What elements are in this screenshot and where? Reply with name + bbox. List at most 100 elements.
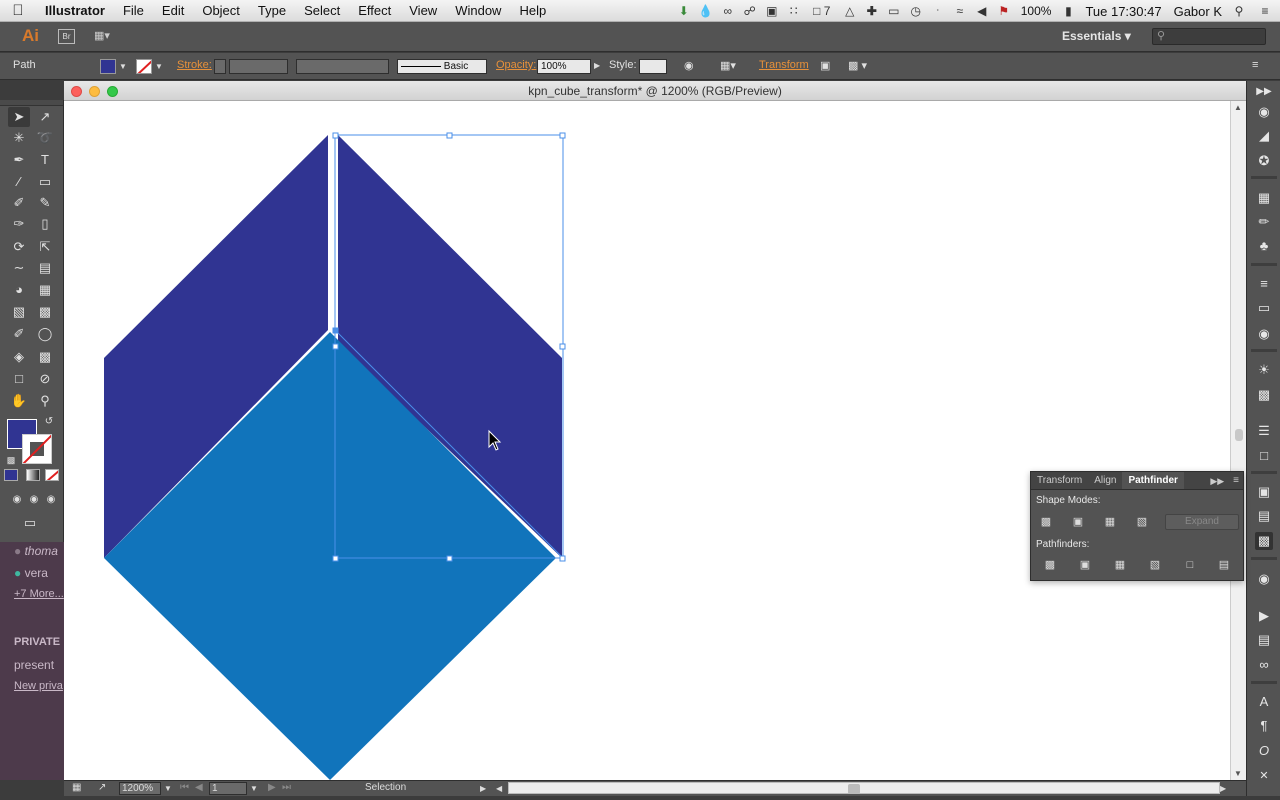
artboard-number-field[interactable]: 1 bbox=[209, 782, 247, 795]
unite-icon[interactable]: ▩ bbox=[1037, 514, 1055, 530]
swatches-panel-icon[interactable]: ▦ bbox=[1255, 189, 1273, 207]
trim-icon[interactable]: ▣ bbox=[1076, 557, 1094, 573]
artboard-tool-icon[interactable]: □ bbox=[8, 369, 30, 389]
paintbrush-tool-icon[interactable]: ✐ bbox=[8, 193, 30, 213]
paragraph-panel-icon[interactable]: ¶ bbox=[1255, 717, 1273, 735]
opacity-arrow-icon[interactable]: ▶ bbox=[594, 61, 600, 70]
zoom-dropdown-icon[interactable]: ▼ bbox=[164, 784, 172, 793]
transparency-panel-icon[interactable]: ◉ bbox=[1255, 325, 1273, 343]
next-artboard-icon[interactable]: ▶ bbox=[268, 782, 276, 793]
stroke-weight-field[interactable] bbox=[229, 59, 288, 74]
status-menu-icon[interactable]: ▶ bbox=[480, 784, 486, 793]
selection-tool-icon[interactable]: ➤ bbox=[8, 107, 30, 127]
last-artboard-icon[interactable]: ⏭ bbox=[282, 782, 291, 793]
prev-artboard-icon[interactable]: ◀ bbox=[195, 782, 203, 793]
blob-brush-tool-icon[interactable]: ✑ bbox=[8, 214, 30, 234]
pencil-tool-icon[interactable]: ✎ bbox=[34, 193, 56, 213]
rectangle-tool-icon[interactable]: ▭ bbox=[34, 172, 56, 192]
horizontal-scrollbar[interactable] bbox=[508, 782, 1220, 794]
graph-tool-icon[interactable]: ▩ bbox=[34, 347, 56, 367]
brush-dropdown[interactable]: Basic bbox=[397, 59, 487, 74]
direct-selection-tool-icon[interactable]: ↗ bbox=[34, 107, 56, 127]
scale-tool-icon[interactable]: ⇱ bbox=[34, 237, 56, 257]
menu-edit[interactable]: Edit bbox=[153, 0, 193, 22]
rotate-tool-icon[interactable]: ⟳ bbox=[8, 237, 30, 257]
panel-collapse-icon[interactable]: ▶▶ bbox=[1205, 472, 1229, 489]
menu-file[interactable]: File bbox=[114, 0, 153, 22]
lasso-tool-icon[interactable]: ➰ bbox=[34, 128, 56, 148]
appearance-panel-icon[interactable]: ☀ bbox=[1255, 361, 1273, 379]
bridge-button[interactable]: Br bbox=[58, 29, 75, 44]
minimize-window-icon[interactable] bbox=[89, 86, 100, 97]
blend-tool-icon[interactable]: ◯ bbox=[34, 324, 56, 344]
isolate-icon[interactable]: ▣ bbox=[820, 59, 830, 72]
bluetooth-icon[interactable]: ᛫ bbox=[927, 4, 949, 18]
menu-type[interactable]: Type bbox=[249, 0, 295, 22]
horizontal-scroll-thumb[interactable] bbox=[848, 784, 860, 794]
recolor-icon[interactable]: ◉ bbox=[684, 59, 694, 72]
stroke-swatch[interactable] bbox=[136, 59, 152, 74]
outline-icon[interactable]: □ bbox=[1181, 557, 1199, 573]
drop-icon[interactable]: 💧 bbox=[695, 4, 717, 18]
spotlight-icon[interactable]: ⚲ bbox=[1228, 4, 1250, 18]
battery-icon[interactable]: ▮ bbox=[1057, 4, 1079, 18]
status-icon[interactable]: ▣ bbox=[761, 4, 783, 18]
merge-icon[interactable]: ▦ bbox=[1111, 557, 1129, 573]
scroll-left-icon[interactable]: ◀ bbox=[496, 784, 502, 793]
exclude-icon[interactable]: ▧ bbox=[1133, 514, 1151, 530]
menu-effect[interactable]: Effect bbox=[349, 0, 400, 22]
plus-icon[interactable]: ✚ bbox=[861, 4, 883, 18]
transform-panel-icon[interactable]: ▣ bbox=[1255, 483, 1273, 501]
eyedropper-tool-icon[interactable]: ✐ bbox=[8, 324, 30, 344]
stroke-panel-icon[interactable]: ≡ bbox=[1255, 275, 1273, 293]
grid-icon[interactable]: ∷ bbox=[783, 4, 805, 18]
kuler-panel-icon[interactable]: ✪ bbox=[1255, 152, 1273, 170]
hand-tool-icon[interactable]: ✋ bbox=[8, 391, 30, 411]
shape-builder-tool-icon[interactable]: ◕ bbox=[8, 280, 30, 300]
tools-panel-grip[interactable] bbox=[0, 100, 63, 106]
draw-inside-icon[interactable]: ◉ bbox=[40, 490, 62, 510]
time-machine-icon[interactable]: ◷ bbox=[905, 4, 927, 18]
gradient-panel-icon[interactable]: ▭ bbox=[1255, 299, 1273, 317]
drive-icon[interactable]: △ bbox=[839, 4, 861, 18]
current-tool-status[interactable]: Selection bbox=[365, 782, 406, 793]
color-guide-panel-icon[interactable]: ◢ bbox=[1255, 127, 1273, 145]
fill-dropdown-icon[interactable]: ▼ bbox=[119, 62, 127, 71]
help-search-input[interactable]: ⚲ bbox=[1152, 28, 1266, 45]
image-trace-panel-icon[interactable]: ▤ bbox=[1255, 631, 1273, 649]
dock-close-icon[interactable]: ✕ bbox=[1255, 767, 1273, 785]
color-panel-icon[interactable]: ◉ bbox=[1255, 103, 1273, 121]
character-panel-icon[interactable]: A bbox=[1255, 693, 1273, 711]
status-icon-doc[interactable]: ▦ bbox=[72, 782, 81, 793]
airplay-icon[interactable]: ▭ bbox=[883, 4, 905, 18]
menu-view[interactable]: View bbox=[400, 0, 446, 22]
symbol-sprayer-tool-icon[interactable]: ◈ bbox=[8, 347, 30, 367]
wifi-icon[interactable]: ≈ bbox=[949, 4, 971, 18]
symbols-panel-icon[interactable]: ♣ bbox=[1255, 237, 1273, 255]
menu-select[interactable]: Select bbox=[295, 0, 349, 22]
apple-icon[interactable]:  bbox=[0, 2, 36, 19]
default-colors-icon[interactable]: ▩ bbox=[0, 450, 22, 470]
crop-icon[interactable]: ▧ bbox=[1146, 557, 1164, 573]
menu-help[interactable]: Help bbox=[510, 0, 555, 22]
divide-icon[interactable]: ▩ bbox=[1041, 557, 1059, 573]
status-icon-open[interactable]: ↗ bbox=[98, 782, 106, 793]
color-mode-icon[interactable] bbox=[4, 469, 18, 481]
graphic-styles-panel-icon[interactable]: ▩ bbox=[1255, 386, 1273, 404]
document-title-bar[interactable]: kpn_cube_transform* @ 1200% (RGB/Preview… bbox=[64, 81, 1246, 101]
pathfinder-panel-icon[interactable]: ▩ bbox=[1255, 532, 1273, 550]
vertical-scroll-thumb[interactable] bbox=[1235, 429, 1243, 441]
vertical-scrollbar[interactable]: ▲ ▼ bbox=[1230, 101, 1246, 780]
links-panel-icon[interactable]: ∞ bbox=[1255, 656, 1273, 674]
zoom-tool-icon[interactable]: ⚲ bbox=[34, 391, 56, 411]
pen-tool-icon[interactable]: ✒ bbox=[8, 150, 30, 170]
magic-wand-tool-icon[interactable]: ✳ bbox=[8, 128, 30, 148]
chat-new-private-link[interactable]: New priva bbox=[14, 680, 63, 692]
opentype-panel-icon[interactable]: O bbox=[1255, 742, 1273, 760]
menu-window[interactable]: Window bbox=[446, 0, 510, 22]
artboard-canvas[interactable] bbox=[64, 101, 1230, 780]
opacity-field[interactable]: 100% bbox=[537, 59, 591, 74]
control-menu-icon[interactable]: ≡ bbox=[1252, 59, 1258, 71]
flag-icon[interactable]: ⚑ bbox=[993, 4, 1015, 18]
arrange-documents-icon[interactable]: ▦▾ bbox=[94, 29, 118, 44]
